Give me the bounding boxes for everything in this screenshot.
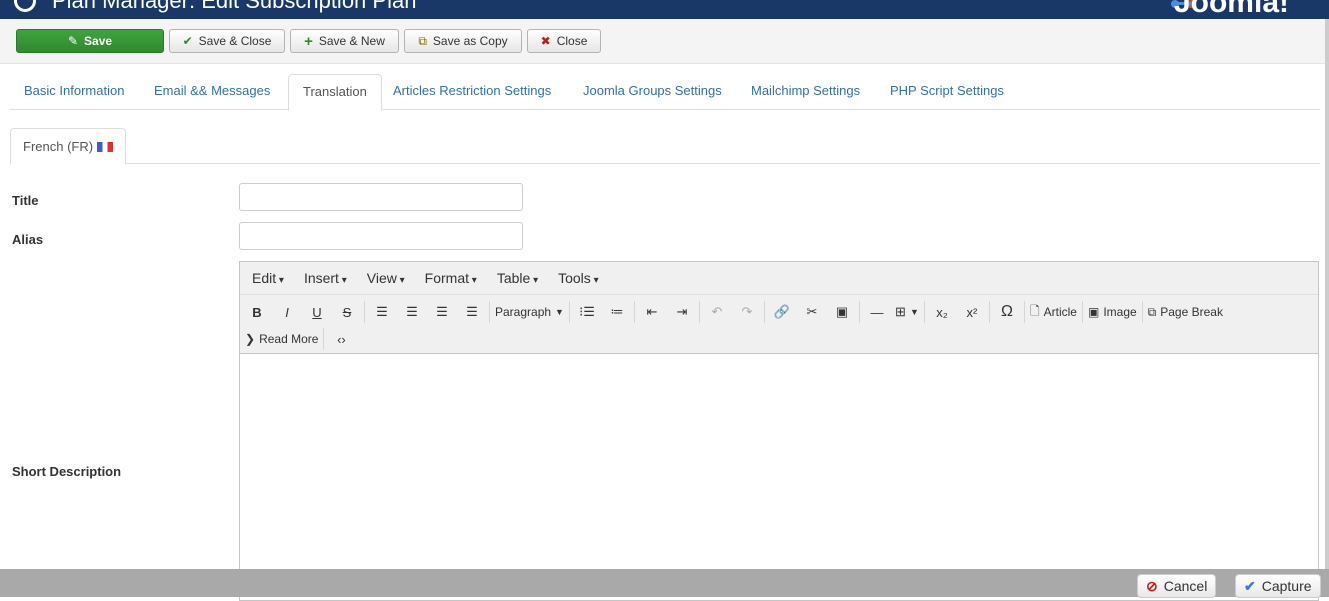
- copy-icon: ⧉: [1147, 304, 1157, 319]
- outdent-icon[interactable]: ⇤: [637, 300, 667, 324]
- align-justify-icon[interactable]: ☰: [457, 300, 487, 324]
- tab-articles-restriction[interactable]: Articles Restriction Settings: [379, 74, 565, 110]
- image-icon[interactable]: ▣: [827, 300, 857, 324]
- divider: [323, 328, 325, 350]
- title-label: Title: [12, 193, 39, 208]
- check-icon: ✔: [1244, 577, 1256, 594]
- divider: [698, 301, 700, 323]
- save-button[interactable]: ✎ Save: [16, 29, 164, 53]
- picture-icon: ▣: [1087, 305, 1100, 319]
- scrollbar[interactable]: [1325, 19, 1329, 569]
- align-right-icon[interactable]: ☰: [427, 300, 457, 324]
- read-more-button[interactable]: ❯ Read More: [242, 327, 321, 351]
- close-button[interactable]: ✖ Close: [527, 29, 601, 53]
- cancel-button[interactable]: ⊘ Cancel: [1137, 574, 1217, 598]
- save-copy-button[interactable]: ⧉ Save as Copy: [404, 29, 522, 53]
- redo-icon[interactable]: ↷: [732, 300, 762, 324]
- undo-icon[interactable]: ↶: [702, 300, 732, 324]
- add-document-icon: 🗋: [1029, 303, 1040, 318]
- menu-tools[interactable]: Tools: [548, 270, 609, 286]
- save-new-button[interactable]: + Save & New: [290, 29, 399, 53]
- caret-down-icon: ▼: [555, 307, 564, 317]
- align-center-icon[interactable]: ☰: [397, 300, 427, 324]
- tab-basic-information[interactable]: Basic Information: [10, 74, 138, 110]
- save-close-button[interactable]: ✔ Save & Close: [169, 29, 285, 53]
- language-tabs: French (FR): [10, 128, 1320, 165]
- paragraph-dropdown[interactable]: Paragraph ▼: [492, 300, 567, 324]
- link-icon[interactable]: 🔗: [767, 300, 797, 324]
- close-circle-icon: ✖: [540, 34, 551, 48]
- special-character-icon[interactable]: Ω: [992, 300, 1022, 324]
- editor-toolbar: B I U S ☰ ☰ ☰ ☰ Paragraph ▼ ⁝☰ ≔ ⇤ ⇥ ↶ ↷ …: [240, 295, 1318, 354]
- divider: [568, 301, 570, 323]
- french-flag-icon: [97, 141, 114, 152]
- page-title: Plan Manager: Edit Subscription Plan: [52, 0, 417, 13]
- tab-email-messages[interactable]: Email && Messages: [140, 74, 284, 110]
- alias-input[interactable]: [239, 222, 523, 250]
- source-code-icon[interactable]: ‹›: [326, 327, 356, 351]
- image-button[interactable]: ▣ Image: [1085, 300, 1140, 324]
- menu-format[interactable]: Format: [415, 270, 487, 286]
- plus-icon: +: [304, 32, 313, 50]
- align-left-icon[interactable]: ☰: [367, 300, 397, 324]
- menu-table[interactable]: Table: [487, 270, 548, 286]
- app-header: Plan Manager: Edit Subscription Plan Joo…: [0, 0, 1329, 19]
- title-input[interactable]: [239, 183, 523, 211]
- divider: [763, 301, 765, 323]
- numbered-list-icon[interactable]: ≔: [602, 300, 632, 324]
- main-tabs: Basic Information Email && Messages Tran…: [10, 74, 1320, 111]
- divider: [1023, 301, 1025, 323]
- check-icon: ✔: [182, 34, 193, 48]
- divider: [1081, 301, 1083, 323]
- unlink-icon[interactable]: ✂: [797, 300, 827, 324]
- table-icon[interactable]: ⊞ ▼: [892, 300, 922, 324]
- strikethrough-icon[interactable]: S: [332, 300, 362, 324]
- editor-menubar: Edit Insert View Format Table Tools: [240, 262, 1318, 295]
- underline-icon[interactable]: U: [302, 300, 332, 324]
- article-button[interactable]: 🗋 Article: [1027, 300, 1080, 324]
- plan-icon: [14, 0, 36, 12]
- menu-insert[interactable]: Insert: [294, 270, 357, 286]
- tab-translation[interactable]: Translation: [288, 74, 382, 111]
- tab-mailchimp[interactable]: Mailchimp Settings: [737, 74, 874, 110]
- divider: [923, 301, 925, 323]
- chevron-down-icon: ❯: [245, 332, 256, 346]
- tab-php-script[interactable]: PHP Script Settings: [876, 74, 1018, 110]
- page-break-button[interactable]: ⧉ Page Break: [1145, 300, 1226, 324]
- superscript-icon[interactable]: x²: [957, 300, 987, 324]
- indent-icon[interactable]: ⇥: [667, 300, 697, 324]
- divider: [364, 301, 365, 323]
- tab-joomla-groups[interactable]: Joomla Groups Settings: [569, 74, 736, 110]
- editor-content[interactable]: [240, 354, 1318, 594]
- italic-icon[interactable]: I: [272, 300, 302, 324]
- capture-button[interactable]: ✔ Capture: [1235, 574, 1321, 598]
- divider: [1141, 301, 1143, 323]
- menu-view[interactable]: View: [357, 270, 415, 286]
- horizontal-rule-icon[interactable]: —: [862, 300, 892, 324]
- divider: [988, 301, 990, 323]
- rich-text-editor: Edit Insert View Format Table Tools B I …: [239, 261, 1319, 601]
- short-description-label: Short Description: [12, 464, 122, 479]
- bold-icon[interactable]: B: [242, 300, 272, 324]
- copy-icon: ⧉: [418, 33, 427, 48]
- cancel-icon: ⊘: [1146, 577, 1158, 594]
- alias-label: Alias: [12, 232, 44, 247]
- menu-edit[interactable]: Edit: [242, 270, 294, 286]
- toolbar: ✎ Save ✔ Save & Close + Save & New ⧉ Save as…: [0, 19, 1325, 64]
- capture-overlay-bar: ⊘ Cancel ✔ Capture: [0, 569, 1329, 598]
- divider: [858, 301, 860, 323]
- divider: [489, 301, 490, 323]
- divider: [633, 301, 635, 323]
- bullet-list-icon[interactable]: ⁝☰: [572, 300, 602, 324]
- edit-icon: ✎: [67, 34, 79, 48]
- subscript-icon[interactable]: x₂: [927, 300, 957, 324]
- tab-french[interactable]: French (FR): [10, 128, 127, 165]
- joomla-logo: Joomla!: [1173, 0, 1289, 19]
